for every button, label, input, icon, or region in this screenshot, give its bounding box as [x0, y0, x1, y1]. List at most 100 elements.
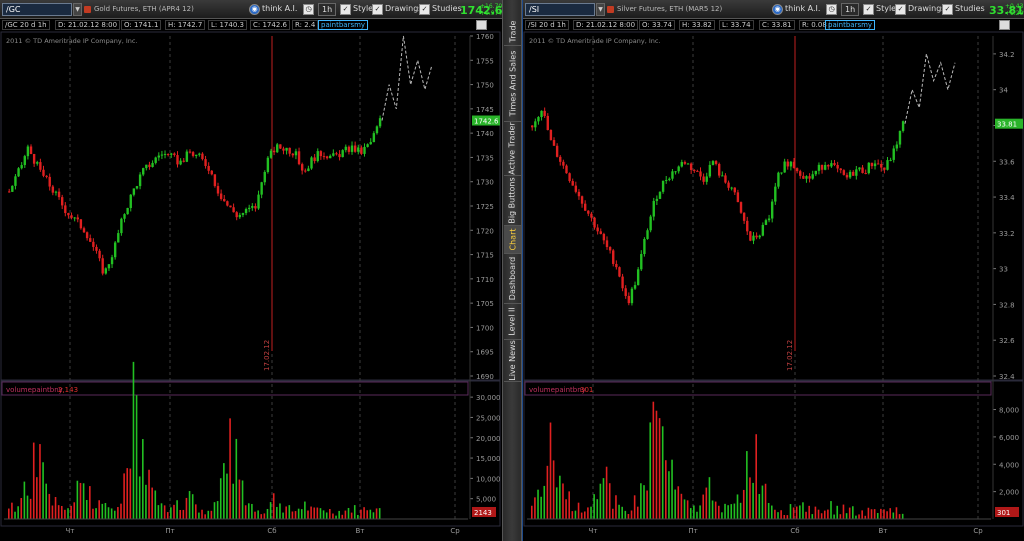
chart-panel-silver[interactable]: /SI ▼ Silver Futures, ETH (MAR5 12) ◉ th…	[522, 0, 1024, 541]
volume-bar	[229, 418, 231, 519]
think-ai-label[interactable]: think A.I.	[262, 4, 297, 13]
y-tick-label: 34	[999, 87, 1008, 95]
volume-bar	[20, 498, 23, 519]
volume-bar	[179, 509, 182, 519]
info-bar: /GC 20 d 1h D: 21.02.12 8:00 O: 1741.1 H…	[0, 19, 502, 31]
candle-body	[101, 258, 104, 274]
think-ai-icon[interactable]: ◉	[772, 4, 783, 15]
volume-study-title: volumepaintbny	[6, 386, 63, 394]
volume-bar	[643, 485, 645, 519]
candle-body	[711, 161, 715, 165]
volume-bar	[549, 422, 552, 519]
y-tick-label: 32.4	[999, 373, 1015, 381]
volume-bar	[820, 513, 823, 519]
style-label[interactable]: Style	[876, 4, 896, 13]
sidebar-tab-trade[interactable]: Trade	[504, 18, 521, 46]
last-price-marker-label: 33.81	[997, 121, 1017, 129]
candle-body	[17, 168, 20, 177]
info-study-name[interactable]: paintbarsmy	[825, 20, 876, 30]
sidebar-tab-live-news[interactable]: Live News	[504, 340, 521, 382]
think-ai-icon[interactable]: ◉	[249, 4, 260, 15]
candle-body	[182, 160, 185, 162]
candle-body	[705, 176, 708, 182]
candle-body	[880, 163, 883, 168]
candle-body	[157, 155, 160, 158]
sidebar-tab-big-buttons[interactable]: Big Buttons	[504, 176, 521, 226]
symbol-input[interactable]: /SI	[525, 3, 595, 16]
candle-body	[188, 151, 192, 153]
volume-bar	[596, 499, 599, 519]
studies-icon[interactable]: ✓	[942, 4, 953, 15]
sidebar-tab-level-ii[interactable]: Level II	[504, 304, 521, 340]
candle-body	[568, 173, 571, 182]
candle-body	[714, 161, 718, 164]
volume-bar	[263, 513, 266, 519]
volume-tick-label: 10,000	[476, 475, 501, 483]
sidebar-tab-dashboard[interactable]: Dashboard	[504, 254, 521, 304]
volume-bar	[157, 505, 160, 519]
volume-bar	[621, 506, 623, 519]
candle-body	[640, 254, 643, 270]
volume-bar	[23, 481, 26, 519]
candle-body	[216, 186, 220, 194]
chart-settings-icon[interactable]	[476, 20, 487, 30]
volume-bar	[811, 514, 814, 519]
clock-icon[interactable]: ◷	[303, 4, 314, 15]
candle-body	[621, 276, 624, 289]
candle-body	[341, 150, 344, 158]
price-volume-chart[interactable]: volumepaintbny3012011 © TD Ameritrade IP…	[523, 31, 1024, 541]
sidebar-tab-active-trader[interactable]: Active Trader	[504, 122, 521, 176]
candle-body	[329, 155, 332, 159]
y-tick-label: 33.6	[999, 158, 1015, 166]
sidebar-tab-times-and-sales[interactable]: Times And Sales	[504, 46, 521, 122]
candle-body	[235, 212, 238, 218]
volume-bar	[630, 510, 633, 519]
volume-bar	[285, 506, 287, 519]
clock-icon[interactable]: ◷	[826, 4, 837, 15]
drawings-icon[interactable]: ✓	[372, 4, 383, 15]
drawings-label[interactable]: Drawings	[385, 4, 422, 13]
volume-bar	[674, 489, 676, 519]
candle-body	[372, 133, 376, 143]
sidebar-tab-chart[interactable]: Chart	[504, 226, 521, 254]
volume-bar	[559, 475, 561, 519]
volume-bar	[861, 510, 863, 519]
chart-panel-gold[interactable]: /GC ▼ Gold Futures, ETH (APR4 12) ◉ thin…	[0, 0, 502, 541]
drawings-icon[interactable]: ✓	[895, 4, 906, 15]
volume-bar	[770, 505, 773, 519]
volume-bar	[627, 513, 630, 519]
volume-bar	[565, 499, 567, 519]
forecast-line	[381, 35, 433, 121]
studies-icon[interactable]: ✓	[419, 4, 430, 15]
volume-bar	[677, 486, 680, 519]
drawings-label[interactable]: Drawings	[908, 4, 945, 13]
symbol-dropdown-arrow[interactable]: ▼	[73, 3, 82, 16]
think-ai-label[interactable]: think A.I.	[785, 4, 820, 13]
symbol-input[interactable]: /GC	[2, 3, 72, 16]
chart-settings-icon[interactable]	[999, 20, 1010, 30]
volume-bar	[580, 512, 583, 519]
studies-label[interactable]: Studies	[432, 4, 462, 13]
volume-bar	[238, 479, 241, 519]
volume-bar	[708, 477, 711, 519]
candle-body	[304, 170, 307, 172]
y-tick-label: 1735	[476, 154, 494, 162]
price-volume-chart[interactable]: volumepaintbny2,143 2011 © TD Ameritrade …	[0, 31, 502, 541]
volume-bar	[332, 513, 334, 519]
symbol-dropdown-arrow[interactable]: ▼	[596, 3, 605, 16]
studies-label[interactable]: Studies	[955, 4, 985, 13]
style-icon[interactable]: ✓	[340, 4, 351, 15]
candle-body	[64, 205, 67, 214]
volume-bar	[26, 495, 29, 519]
info-study-name[interactable]: paintbarsmy	[318, 20, 369, 30]
timeframe-button[interactable]: 1h	[318, 3, 337, 16]
candle-body	[531, 125, 534, 128]
style-icon[interactable]: ✓	[863, 4, 874, 15]
timeframe-button[interactable]: 1h	[841, 3, 860, 16]
volume-bar	[531, 505, 533, 519]
style-label[interactable]: Style	[353, 4, 373, 13]
volume-tick-label: 8,000	[999, 407, 1019, 415]
candle-body	[593, 217, 596, 228]
candle-body	[808, 176, 811, 179]
volume-bar	[45, 483, 47, 519]
